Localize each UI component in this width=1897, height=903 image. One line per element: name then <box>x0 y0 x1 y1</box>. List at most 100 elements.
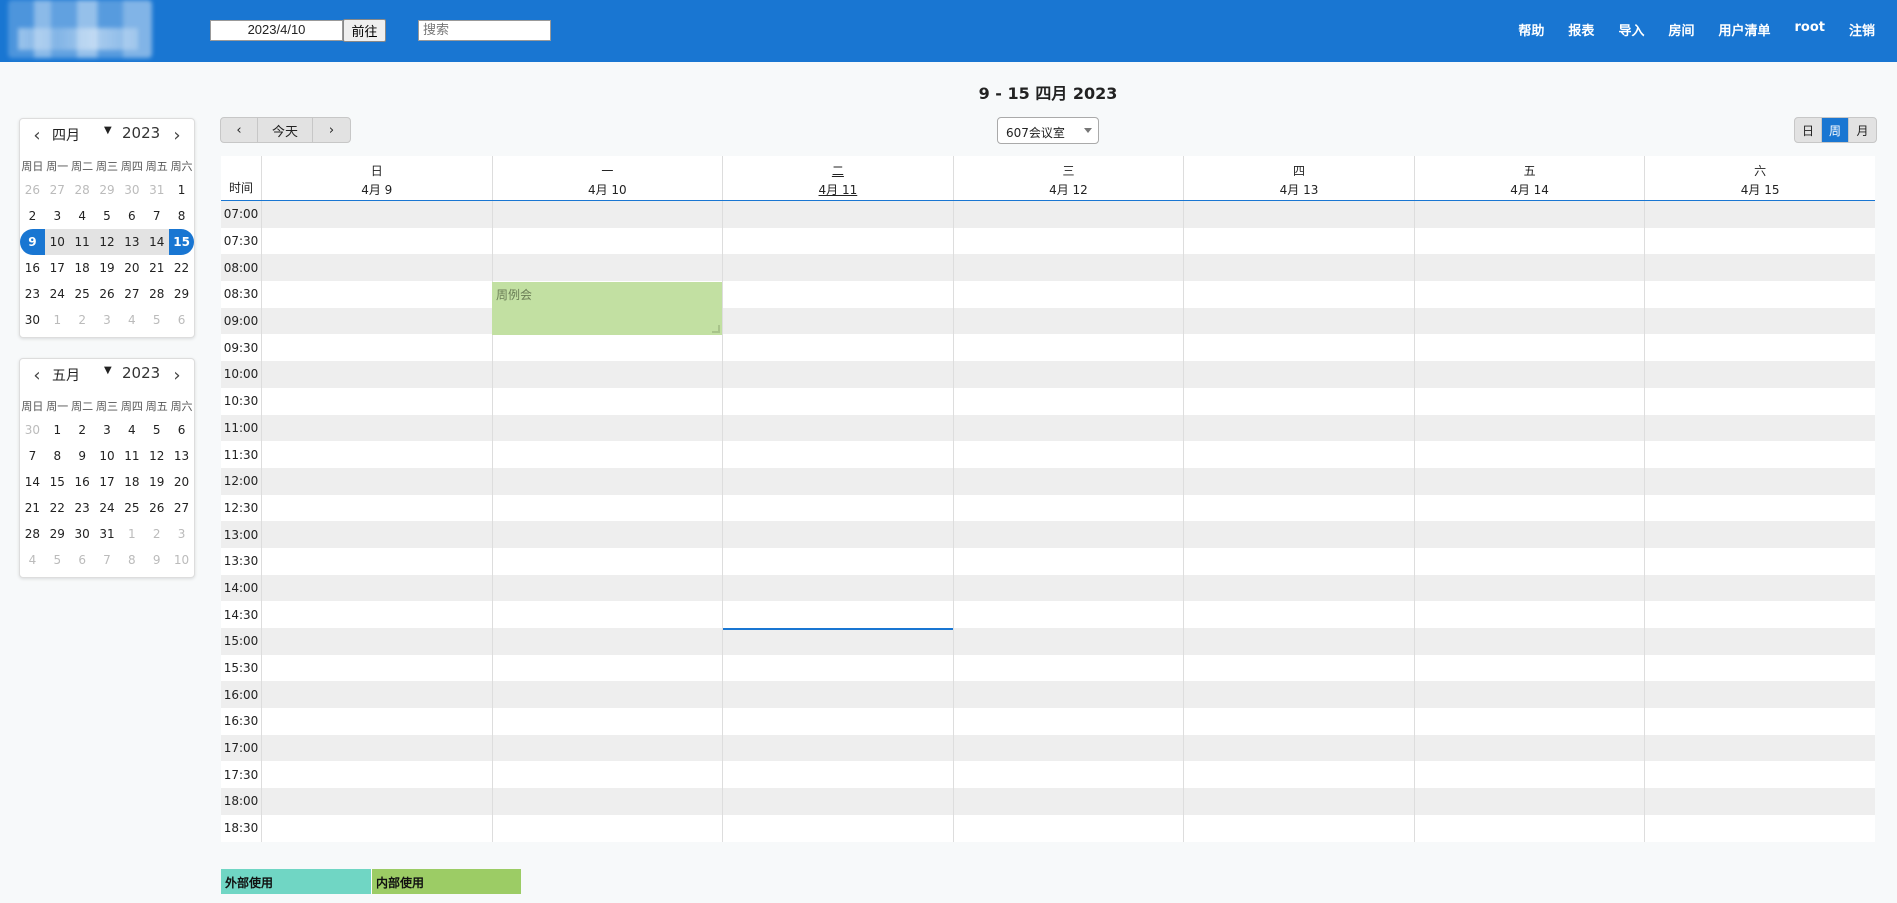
goto-button[interactable]: 前往 <box>343 19 386 42</box>
time-slot-cell[interactable] <box>1183 547 1414 575</box>
time-slot-cell[interactable] <box>1644 227 1875 255</box>
time-slot-cell[interactable] <box>1183 467 1414 495</box>
time-slot-cell[interactable] <box>1413 254 1645 282</box>
day-cell[interactable]: 7 <box>144 203 169 229</box>
time-slot-cell[interactable] <box>261 654 492 682</box>
time-slot-cell[interactable] <box>1644 414 1875 442</box>
chevron-right-icon[interactable]: › <box>313 118 350 142</box>
time-slot-cell[interactable] <box>491 227 723 255</box>
time-slot-cell[interactable] <box>722 788 953 815</box>
day-cell[interactable]: 6 <box>169 417 194 443</box>
time-slot-cell[interactable] <box>952 334 1184 362</box>
time-slot-cell[interactable] <box>952 681 1184 709</box>
time-slot-cell[interactable] <box>722 227 953 255</box>
time-slot-cell[interactable] <box>1413 547 1645 575</box>
time-slot-cell[interactable] <box>491 601 723 628</box>
time-slot-cell[interactable] <box>1183 361 1414 388</box>
time-slot-cell[interactable] <box>491 628 723 655</box>
day-header-mon[interactable]: 一 4月 10 <box>491 156 723 200</box>
time-slot-cell[interactable] <box>1183 601 1414 628</box>
day-cell[interactable]: 24 <box>45 281 70 307</box>
time-slot-cell[interactable] <box>1413 681 1645 709</box>
time-slot-cell[interactable] <box>722 761 953 789</box>
time-slot-cell[interactable] <box>952 601 1184 628</box>
time-slot-cell[interactable] <box>1413 601 1645 628</box>
day-cell[interactable]: 31 <box>144 177 169 203</box>
nav-rooms[interactable]: 房间 <box>1656 20 1706 39</box>
time-slot-cell[interactable] <box>952 307 1184 335</box>
day-cell[interactable]: 21 <box>144 255 169 281</box>
time-slot-cell[interactable] <box>491 361 723 388</box>
time-slot-cell[interactable] <box>1644 281 1875 308</box>
chevron-left-icon[interactable]: ‹ <box>221 118 258 142</box>
day-cell[interactable]: 5 <box>144 417 169 443</box>
time-slot-cell[interactable] <box>261 414 492 442</box>
day-cell[interactable]: 13 <box>169 443 194 469</box>
time-slot-cell[interactable] <box>1413 414 1645 442</box>
room-select[interactable]: 607会议室 <box>997 117 1099 144</box>
time-slot-cell[interactable] <box>1413 361 1645 388</box>
time-slot-cell[interactable] <box>1183 254 1414 282</box>
day-cell[interactable]: 8 <box>169 203 194 229</box>
day-cell[interactable]: 12 <box>94 229 120 255</box>
time-slot-cell[interactable] <box>1413 788 1645 815</box>
day-cell[interactable]: 5 <box>45 547 70 573</box>
day-cell[interactable]: 1 <box>45 307 70 333</box>
day-cell[interactable]: 4 <box>119 417 144 443</box>
day-cell[interactable]: 28 <box>70 177 95 203</box>
time-slot-cell[interactable] <box>952 788 1184 815</box>
time-slot-cell[interactable] <box>1413 494 1645 522</box>
chevron-down-icon[interactable]: ▼ <box>104 365 112 376</box>
time-slot-cell[interactable] <box>722 281 953 308</box>
month-select[interactable]: 四月 <box>52 125 80 145</box>
time-slot-cell[interactable] <box>722 574 953 602</box>
day-cell[interactable]: 22 <box>45 495 70 521</box>
day-cell[interactable]: 9 <box>144 547 169 573</box>
time-slot-cell[interactable] <box>491 467 723 495</box>
time-slot-cell[interactable] <box>1183 441 1414 468</box>
time-slot-cell[interactable] <box>1183 387 1414 415</box>
time-slot-cell[interactable] <box>1183 307 1414 335</box>
day-cell[interactable]: 11 <box>69 229 95 255</box>
time-slot-cell[interactable] <box>261 708 492 735</box>
day-cell[interactable]: 18 <box>119 469 144 495</box>
day-cell[interactable]: 30 <box>20 417 45 443</box>
day-cell[interactable]: 30 <box>20 307 45 333</box>
day-header-sat[interactable]: 六 4月 15 <box>1644 156 1875 200</box>
time-slot-cell[interactable] <box>722 254 953 282</box>
day-cell[interactable]: 10 <box>44 229 70 255</box>
day-cell[interactable]: 28 <box>144 281 169 307</box>
nav-user-list[interactable]: 用户清单 <box>1706 20 1782 39</box>
day-cell[interactable]: 4 <box>119 307 144 333</box>
time-slot-cell[interactable] <box>1413 227 1645 255</box>
day-cell[interactable]: 9 <box>70 443 95 469</box>
time-slot-cell[interactable] <box>1644 441 1875 468</box>
time-slot-cell[interactable] <box>491 734 723 762</box>
time-slot-cell[interactable] <box>1183 761 1414 789</box>
time-slot-cell[interactable] <box>722 414 953 442</box>
nav-user-root[interactable]: root <box>1782 20 1837 39</box>
day-cell[interactable]: 15 <box>45 469 70 495</box>
calendar-event[interactable]: 周例会 <box>492 282 722 335</box>
day-cell[interactable]: 29 <box>169 281 194 307</box>
day-cell[interactable]: 2 <box>144 521 169 547</box>
nav-report[interactable]: 报表 <box>1556 20 1606 39</box>
day-cell[interactable]: 2 <box>70 417 95 443</box>
time-slot-cell[interactable] <box>491 547 723 575</box>
time-slot-cell[interactable] <box>261 281 492 308</box>
time-slot-cell[interactable] <box>1183 521 1414 548</box>
time-slot-cell[interactable] <box>952 654 1184 682</box>
day-cell[interactable]: 3 <box>45 203 70 229</box>
time-slot-cell[interactable] <box>1644 761 1875 789</box>
time-slot-cell[interactable] <box>1644 547 1875 575</box>
time-slot-cell[interactable] <box>722 547 953 575</box>
time-slot-cell[interactable] <box>491 761 723 789</box>
time-slot-cell[interactable] <box>952 547 1184 575</box>
day-cell[interactable]: 18 <box>70 255 95 281</box>
time-slot-cell[interactable] <box>1644 334 1875 362</box>
view-week-button[interactable]: 周 <box>1822 118 1849 142</box>
time-slot-cell[interactable] <box>1183 734 1414 762</box>
time-slot-cell[interactable] <box>722 708 953 735</box>
day-cell[interactable]: 29 <box>95 177 120 203</box>
chevron-left-icon[interactable]: ‹ <box>28 367 46 385</box>
